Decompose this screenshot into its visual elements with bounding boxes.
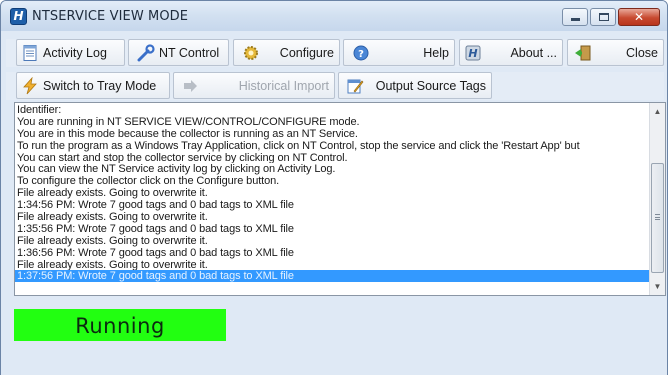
- minimize-button[interactable]: [562, 8, 588, 26]
- about-button[interactable]: H About ...: [459, 39, 563, 66]
- switch-tray-button[interactable]: Switch to Tray Mode: [16, 72, 170, 99]
- scroll-down-icon[interactable]: ▼: [650, 278, 665, 295]
- switch-tray-label: Switch to Tray Mode: [43, 78, 157, 93]
- window-close-button[interactable]: ✕: [618, 8, 660, 26]
- about-label: About ...: [510, 45, 557, 60]
- log-line[interactable]: 1:36:56 PM: Wrote 7 good tags and 0 bad …: [17, 247, 649, 259]
- nt-control-button[interactable]: NT Control: [128, 39, 229, 66]
- activity-log-label: Activity Log: [43, 45, 107, 60]
- edit-document-icon: [347, 79, 364, 93]
- log-line[interactable]: To run the program as a Windows Tray App…: [17, 140, 649, 152]
- configure-button[interactable]: Configure: [233, 39, 340, 66]
- secondary-toolbar: Switch to Tray Mode Historical Import Ou…: [6, 72, 664, 100]
- log-line[interactable]: 1:34:56 PM: Wrote 7 good tags and 0 bad …: [17, 199, 649, 211]
- log-line[interactable]: File already exists. Going to overwrite …: [17, 187, 649, 199]
- log-line[interactable]: File already exists. Going to overwrite …: [17, 235, 649, 247]
- app-window: H NTSERVICE VIEW MODE ✕ Activity Log NT …: [0, 0, 668, 375]
- svg-text:H: H: [468, 47, 477, 60]
- close-x-icon: ✕: [633, 10, 645, 24]
- status-indicator: Running: [14, 309, 226, 341]
- scroll-thumb[interactable]: [651, 163, 664, 273]
- configure-label: Configure: [279, 45, 334, 60]
- help-label: Help: [423, 45, 449, 60]
- app-icon: H: [10, 8, 27, 25]
- exit-door-icon: [575, 45, 591, 60]
- historical-import-label: Historical Import: [238, 78, 329, 93]
- log-line[interactable]: To configure the collector click on the …: [17, 175, 649, 187]
- historical-import-button[interactable]: Historical Import: [173, 72, 335, 99]
- activity-log-button[interactable]: Activity Log: [16, 39, 125, 66]
- bottom-panel: [1, 341, 667, 375]
- activity-log-list[interactable]: Identifier: You are running in NT SERVICE…: [14, 102, 666, 296]
- title-bar[interactable]: H NTSERVICE VIEW MODE ✕: [1, 1, 667, 31]
- log-line[interactable]: You are in this mode because the collect…: [17, 128, 649, 140]
- document-icon: [23, 44, 37, 61]
- log-line[interactable]: File already exists. Going to overwrite …: [17, 259, 649, 271]
- grip-icon: [655, 214, 660, 220]
- vertical-scrollbar[interactable]: ▲ ▼: [649, 103, 665, 295]
- caption-buttons: ✕: [562, 8, 660, 27]
- lightning-icon: [23, 76, 37, 94]
- minimize-icon: [571, 18, 580, 21]
- log-line[interactable]: File already exists. Going to overwrite …: [17, 211, 649, 223]
- wrench-icon: [137, 43, 155, 61]
- maximize-icon: [599, 13, 609, 21]
- log-line[interactable]: You can view the NT Service activity log…: [17, 163, 649, 176]
- help-button[interactable]: ? Help: [343, 39, 455, 66]
- scroll-up-icon[interactable]: ▲: [650, 103, 665, 120]
- nt-control-label: NT Control: [159, 45, 220, 60]
- log-line[interactable]: You are running in NT SERVICE VIEW/CONTR…: [17, 116, 649, 128]
- output-source-tags-button[interactable]: Output Source Tags: [338, 72, 492, 99]
- log-line[interactable]: 1:37:56 PM: Wrote 7 good tags and 0 bad …: [15, 270, 649, 283]
- gear-icon: [244, 45, 258, 60]
- maximize-button[interactable]: [590, 8, 616, 26]
- log-line[interactable]: 1:35:56 PM: Wrote 7 good tags and 0 bad …: [17, 223, 649, 235]
- svg-text:?: ?: [358, 49, 364, 60]
- window-title: NTSERVICE VIEW MODE: [32, 9, 189, 24]
- main-toolbar: Activity Log NT Control Configure ? Help: [6, 39, 664, 67]
- help-icon: ?: [353, 45, 369, 60]
- import-arrow-icon: [184, 79, 197, 92]
- output-source-tags-label: Output Source Tags: [375, 78, 486, 93]
- close-button[interactable]: Close: [567, 39, 664, 66]
- log-line[interactable]: You can start and stop the collector ser…: [17, 152, 649, 164]
- log-line[interactable]: Identifier:: [17, 104, 649, 116]
- app-logo-icon: H: [465, 45, 481, 60]
- log-lines: Identifier: You are running in NT SERVICE…: [15, 104, 649, 283]
- close-label: Close: [626, 45, 658, 60]
